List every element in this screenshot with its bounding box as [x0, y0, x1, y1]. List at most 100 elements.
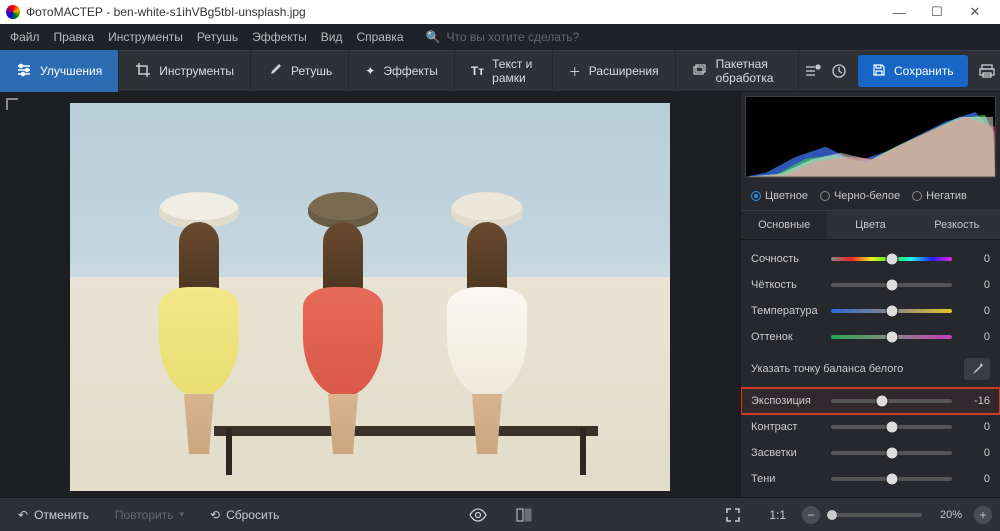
slider-track[interactable] [831, 425, 952, 429]
white-balance-row: Указать точку баланса белого [741, 350, 1000, 388]
menu-effects[interactable]: Эффекты [252, 30, 307, 44]
fit-screen-button[interactable] [713, 499, 753, 531]
right-panel: Цветное Черно-белое Негатив Основные Цве… [740, 92, 1000, 497]
tab-tools[interactable]: Инструменты [119, 50, 251, 92]
minimize-button[interactable]: — [880, 1, 918, 23]
maximize-button[interactable]: ☐ [918, 1, 956, 23]
slider-thumb[interactable] [886, 474, 897, 485]
tab-enhancements[interactable]: Улучшения [0, 50, 119, 92]
menu-tools[interactable]: Инструменты [108, 30, 183, 44]
slider-value: 0 [960, 473, 990, 485]
stack-icon [692, 62, 708, 81]
slider-Температура[interactable]: Температура 0 [741, 298, 1000, 324]
subtab-sharpness[interactable]: Резкость [914, 211, 1000, 239]
redo-button[interactable]: Повторить ▾ [105, 502, 194, 528]
slider-Засветки[interactable]: Засветки 0 [741, 440, 1000, 466]
menu-edit[interactable]: Правка [54, 30, 95, 44]
zoom-slider[interactable] [832, 513, 922, 517]
save-button[interactable]: Сохранить [858, 55, 968, 87]
slider-thumb[interactable] [886, 332, 897, 343]
slider-Экспозиция[interactable]: Экспозиция -16 [741, 388, 1000, 414]
slider-Оттенок[interactable]: Оттенок 0 [741, 324, 1000, 350]
titlebar: ФотоМАСТЕР - ben-white-s1ihVBg5tbI-unspl… [0, 0, 1000, 24]
slider-track[interactable] [831, 477, 952, 481]
undo-icon: ↶ [18, 508, 28, 522]
menu-view[interactable]: Вид [321, 30, 343, 44]
sliders-icon [16, 62, 32, 81]
slider-track[interactable] [831, 257, 952, 261]
slider-label: Тени [751, 473, 823, 485]
crop-icon [135, 62, 151, 81]
slider-Сочность[interactable]: Сочность0 [741, 246, 1000, 272]
slider-thumb[interactable] [886, 422, 897, 433]
radio-bw[interactable]: Черно-белое [820, 190, 900, 202]
menu-help[interactable]: Справка [356, 30, 403, 44]
radio-negative[interactable]: Негатив [912, 190, 967, 202]
slider-track[interactable] [831, 283, 952, 287]
app-logo-icon [6, 5, 20, 19]
history-button[interactable] [826, 55, 852, 87]
save-icon [872, 63, 886, 80]
menu-file[interactable]: Файл [10, 30, 40, 44]
slider-thumb[interactable] [876, 396, 887, 407]
slider-label: Экспозиция [751, 395, 823, 407]
zoom-in-button[interactable]: + [974, 506, 992, 524]
slider-thumb[interactable] [886, 280, 897, 291]
print-button[interactable] [974, 55, 1000, 87]
zoom-out-button[interactable]: − [802, 506, 820, 524]
slider-label: Температура [751, 305, 823, 317]
slider-track[interactable] [831, 399, 952, 403]
tab-extensions[interactable]: ＋ Расширения [553, 50, 676, 92]
toolbar: Улучшения Инструменты Ретушь ✦ Эффекты T… [0, 50, 1000, 92]
radio-color[interactable]: Цветное [751, 190, 808, 202]
image-canvas[interactable] [0, 92, 740, 497]
brush-icon [267, 62, 283, 81]
undo-button[interactable]: ↶ Отменить [8, 502, 99, 528]
menubar: Файл Правка Инструменты Ретушь Эффекты В… [0, 24, 1000, 50]
tab-label: Инструменты [159, 64, 234, 78]
slider-label: Оттенок [751, 331, 823, 343]
zoom-ratio-button[interactable]: 1:1 [759, 502, 796, 528]
slider-label: Засветки [751, 447, 823, 459]
reset-button[interactable]: ⟲ Сбросить [200, 502, 289, 528]
slider-thumb[interactable] [886, 448, 897, 459]
slider-Чёткость[interactable]: Чёткость0 [741, 272, 1000, 298]
search-icon: 🔍 [426, 30, 441, 44]
tab-retouch[interactable]: Ретушь [251, 50, 349, 92]
eye-toggle-button[interactable] [458, 499, 498, 531]
slider-track[interactable] [831, 335, 952, 339]
presets-button[interactable]: + [799, 55, 825, 87]
slider-track[interactable] [831, 309, 952, 313]
tab-text-frames[interactable]: Tᴛ Текст и рамки [455, 50, 553, 92]
chevron-down-icon: ▾ [179, 509, 184, 520]
sliders-panel: Сочность0Чёткость0Температура0Оттенок0Ук… [741, 240, 1000, 497]
slider-thumb[interactable] [886, 254, 897, 265]
slider-value: 0 [960, 331, 990, 343]
histogram[interactable] [745, 96, 996, 178]
slider-thumb[interactable] [886, 306, 897, 317]
slider-Светлые[interactable]: Светлые0 [741, 492, 1000, 497]
tab-effects[interactable]: ✦ Эффекты [349, 50, 455, 92]
tab-batch[interactable]: Пакетная обработка [676, 50, 800, 92]
slider-Контраст[interactable]: Контраст0 [741, 414, 1000, 440]
close-button[interactable]: ✕ [956, 1, 994, 23]
compare-button[interactable] [504, 499, 544, 531]
menu-retouch[interactable]: Ретушь [197, 30, 238, 44]
slider-label: Чёткость [751, 279, 823, 291]
slider-value: 0 [960, 253, 990, 265]
corner-marker-icon [6, 98, 18, 110]
slider-value: 0 [960, 421, 990, 433]
search-input[interactable] [446, 30, 606, 44]
slider-Тени[interactable]: Тени 0 [741, 466, 1000, 492]
subtab-colors[interactable]: Цвета [827, 211, 913, 239]
eyedropper-button[interactable] [964, 358, 990, 380]
menu-search[interactable]: 🔍 [426, 30, 607, 44]
sparkle-icon: ✦ [365, 64, 375, 78]
slider-value: 0 [960, 305, 990, 317]
slider-value: 0 [960, 447, 990, 459]
slider-value: -16 [960, 395, 990, 407]
svg-text:+: + [817, 65, 820, 71]
slider-track[interactable] [831, 451, 952, 455]
subtab-basic[interactable]: Основные [741, 211, 827, 239]
photo [70, 103, 670, 491]
